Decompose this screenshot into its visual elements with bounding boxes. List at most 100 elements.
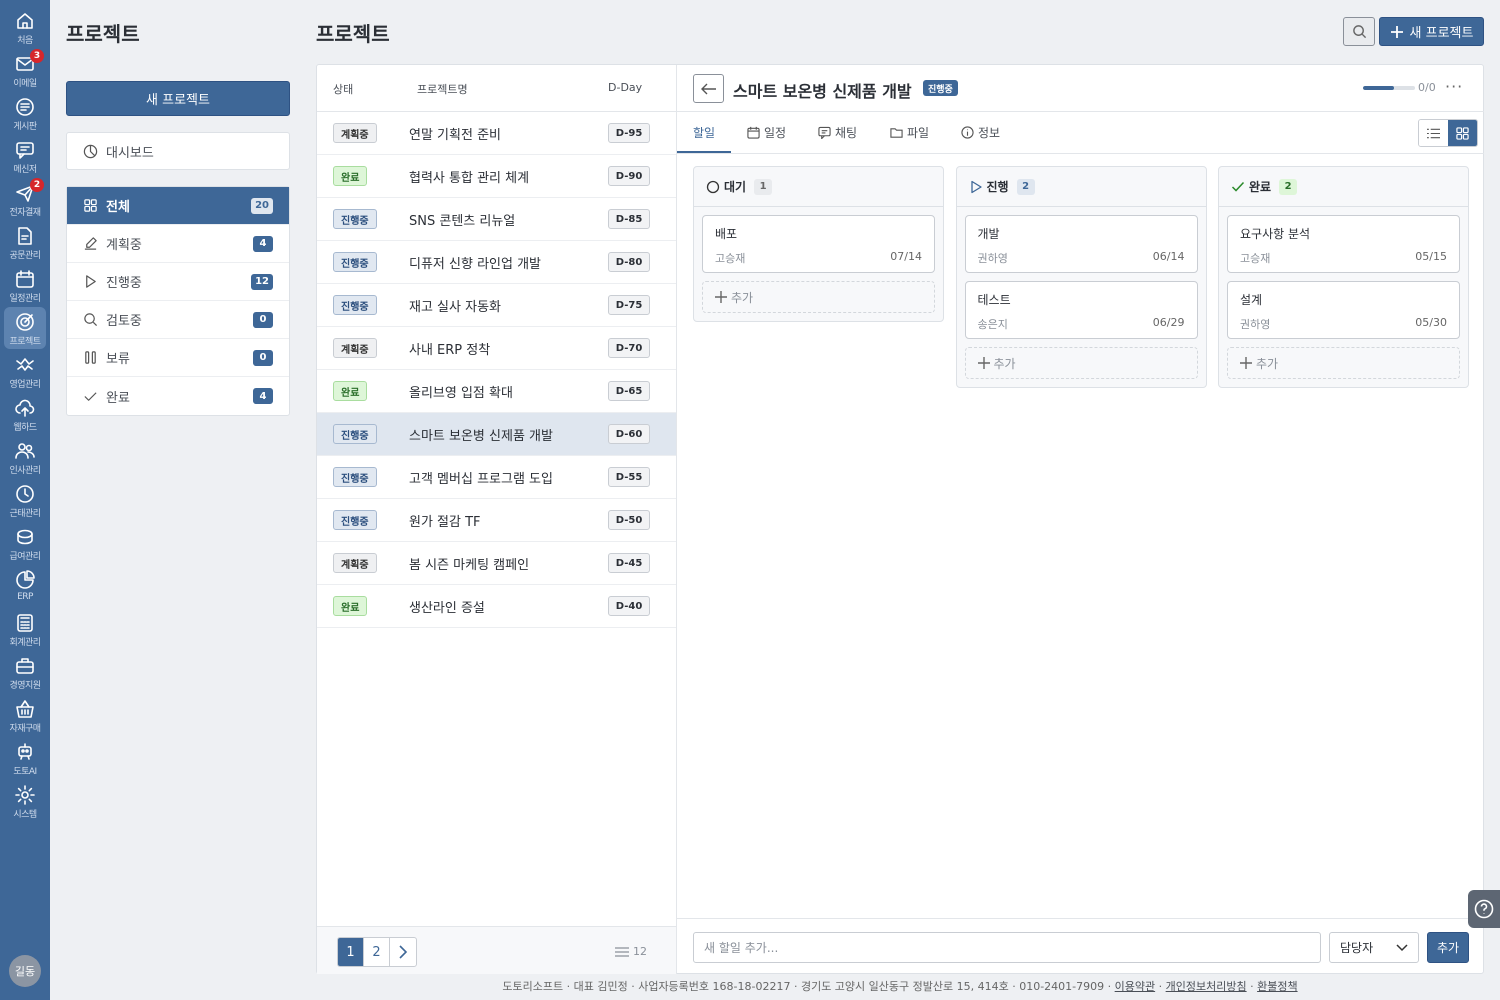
project-row[interactable]: 진행중 SNS 콘텐츠 리뉴얼 D-85 xyxy=(317,198,676,241)
status-badge: 진행중 xyxy=(333,424,377,444)
nav-item-14[interactable]: 회계관리 xyxy=(4,608,46,650)
back-button[interactable] xyxy=(693,74,724,103)
assignee-select[interactable]: 담당자 xyxy=(1329,932,1419,963)
tab-chat[interactable]: 채팅 xyxy=(818,124,857,141)
add-task-button[interactable]: 추가 xyxy=(702,281,935,313)
project-row[interactable]: 완료 생산라인 증설 D-40 xyxy=(317,585,676,628)
project-row[interactable]: 진행중 스마트 보온병 신제품 개발 D-60 xyxy=(317,413,676,456)
nav-item-11[interactable]: 근태관리 xyxy=(4,479,46,521)
nav-item-15[interactable]: 경영지원 xyxy=(4,651,46,693)
nav-item-12[interactable]: 급여관리 xyxy=(4,522,46,564)
kanban-column-header: 완료 2 xyxy=(1219,167,1468,207)
main-nav: 처음 이메일 3 게시판메신저전자결재 2 공문관리 일정관리 프로젝트영업관리웹하드 인사관리… xyxy=(0,0,50,1000)
pause-icon xyxy=(85,351,96,364)
add-todo-button[interactable]: 추가 xyxy=(1427,932,1469,963)
project-row[interactable]: 진행중 고객 멤버십 프로그램 도입 D-55 xyxy=(317,456,676,499)
project-row[interactable]: 진행중 원가 절감 TF D-50 xyxy=(317,499,676,542)
more-options-icon[interactable]: ··· xyxy=(1445,77,1463,96)
filter-item-2[interactable]: 진행중 12 xyxy=(67,263,289,301)
kanban-column-count: 2 xyxy=(1279,178,1298,195)
filter-item-3[interactable]: 검토중 0 xyxy=(67,301,289,339)
task-assignee: 권하영 xyxy=(1240,318,1271,331)
task-card[interactable]: 요구사항 분석 고승재 05/15 xyxy=(1227,215,1460,273)
view-toggle xyxy=(1418,119,1478,147)
tab-info[interactable]: 정보 xyxy=(961,124,1000,141)
task-card[interactable]: 배포 고승재 07/14 xyxy=(702,215,935,273)
filter-item-4[interactable]: 보류 0 xyxy=(67,339,289,377)
filter-item-0[interactable]: 전체 20 xyxy=(67,187,289,225)
task-card[interactable]: 테스트 송은지 06/29 xyxy=(964,281,1198,339)
status-badge: 진행중 xyxy=(333,467,377,487)
grid-icon xyxy=(84,199,97,212)
task-assignee: 송은지 xyxy=(977,318,1008,331)
nav-item-2[interactable]: 게시판 xyxy=(4,92,46,134)
nav-item-label: 도토AI xyxy=(13,767,37,777)
terms-link[interactable]: 이용약관 xyxy=(1115,980,1155,993)
task-date: 05/15 xyxy=(1415,250,1447,263)
tab-file[interactable]: 파일 xyxy=(890,124,929,141)
kanban-column-title: 완료 xyxy=(1249,180,1272,194)
nav-item-7[interactable]: 프로젝트 xyxy=(4,307,46,349)
project-row[interactable]: 계획중 사내 ERP 정착 D-70 xyxy=(317,327,676,370)
filter-item-5[interactable]: 완료 4 xyxy=(67,377,289,415)
task-title: 요구사항 분석 xyxy=(1240,227,1311,241)
briefcase-icon xyxy=(16,658,34,674)
help-button[interactable] xyxy=(1468,890,1500,928)
task-card[interactable]: 설계 권하영 05/30 xyxy=(1227,281,1460,339)
nav-item-8[interactable]: 영업관리 xyxy=(4,350,46,392)
nav-item-16[interactable]: 자재구매 xyxy=(4,694,46,736)
calendar-icon xyxy=(16,270,34,288)
nav-item-5[interactable]: 공문관리 xyxy=(4,221,46,263)
new-project-button[interactable]: 새 프로젝트 xyxy=(66,81,290,116)
nav-item-10[interactable]: 인사관리 xyxy=(4,436,46,478)
nav-item-17[interactable]: 도토AI xyxy=(4,737,46,779)
add-task-button[interactable]: 추가 xyxy=(1227,347,1460,379)
search-button[interactable] xyxy=(1343,17,1375,46)
project-row[interactable]: 진행중 재고 실사 자동화 D-75 xyxy=(317,284,676,327)
project-row[interactable]: 완료 협력사 통합 관리 체계 D-90 xyxy=(317,155,676,198)
page-1[interactable]: 1 xyxy=(338,938,364,966)
nav-item-13[interactable]: ERP xyxy=(4,565,46,607)
list-view-button[interactable] xyxy=(1419,120,1448,146)
new-todo-input[interactable] xyxy=(693,932,1321,963)
board-view-button[interactable] xyxy=(1448,120,1477,146)
project-row[interactable]: 완료 올리브영 입점 확대 D-65 xyxy=(317,370,676,413)
nav-item-0[interactable]: 처음 xyxy=(4,6,46,48)
chevron-down-icon xyxy=(1396,943,1408,951)
nav-item-6[interactable]: 일정관리 xyxy=(4,264,46,306)
dashboard-button[interactable]: 대시보드 xyxy=(66,132,290,170)
kanban-column: 대기 1 배포 고승재 07/14 추가 xyxy=(693,166,944,322)
detail-title: 스마트 보온병 신제품 개발 xyxy=(733,82,912,101)
nav-item-4[interactable]: 전자결재 2 xyxy=(4,178,46,220)
filter-item-1[interactable]: 계획중 4 xyxy=(67,225,289,263)
add-task-button[interactable]: 추가 xyxy=(964,347,1198,379)
status-badge: 진행중 xyxy=(333,295,377,315)
messenger-icon xyxy=(16,142,34,159)
project-name: 디퓨저 신향 라인업 개발 xyxy=(409,256,541,272)
tab-todo[interactable]: 할일 xyxy=(693,124,715,141)
privacy-link[interactable]: 개인정보처리방침 xyxy=(1166,980,1247,993)
project-row[interactable]: 진행중 디퓨저 신향 라인업 개발 D-80 xyxy=(317,241,676,284)
nav-item-label: 영업관리 xyxy=(9,380,41,390)
nav-item-9[interactable]: 웹하드 xyxy=(4,393,46,435)
dday-badge: D-45 xyxy=(608,553,650,573)
nav-item-18[interactable]: 시스템 xyxy=(4,780,46,822)
next-page-button[interactable] xyxy=(390,938,416,966)
nav-item-3[interactable]: 메신저 xyxy=(4,135,46,177)
task-date: 06/29 xyxy=(1152,316,1185,329)
header-new-project-button[interactable]: 새 프로젝트 xyxy=(1379,17,1484,46)
tab-schedule[interactable]: 일정 xyxy=(747,124,786,141)
document-icon xyxy=(18,227,32,245)
tab-schedule-label: 일정 xyxy=(764,126,787,140)
page-2[interactable]: 2 xyxy=(364,938,390,966)
dday-badge: D-60 xyxy=(608,424,650,444)
task-card[interactable]: 개발 권하영 06/14 xyxy=(964,215,1198,273)
pagination: 1 2 xyxy=(337,937,417,967)
user-avatar[interactable]: 길동 xyxy=(9,955,41,987)
project-row[interactable]: 계획중 봄 시즌 마케팅 캠페인 D-45 xyxy=(317,542,676,585)
project-row[interactable]: 계획중 연말 기획전 준비 D-95 xyxy=(317,112,676,155)
nav-item-label: 메신저 xyxy=(13,165,37,175)
col-name: 프로젝트명 xyxy=(417,83,468,96)
nav-item-1[interactable]: 이메일 3 xyxy=(4,49,46,91)
refund-link[interactable]: 환불정책 xyxy=(1257,980,1297,993)
